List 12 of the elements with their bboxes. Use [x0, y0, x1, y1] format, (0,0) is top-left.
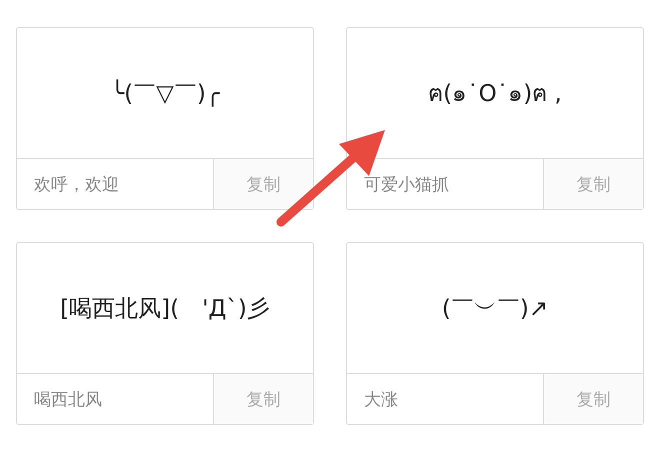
copy-button[interactable]: 复制: [213, 159, 313, 209]
copy-button[interactable]: 复制: [543, 159, 643, 209]
emoticon-text: ฅ(๑˙O˙๑)ฅ ,: [428, 80, 562, 109]
emoticon-text: ╰(￣▽￣)╭: [110, 78, 220, 108]
emoticon-text: [喝西北风]( 'Д`)彡: [60, 294, 270, 324]
emoticon-label: 可爱小猫抓: [363, 174, 450, 196]
copy-button[interactable]: 复制: [543, 374, 643, 424]
emoticon-label: 大涨: [363, 388, 399, 412]
emoticon-text: (￣︶￣)↗: [442, 294, 548, 324]
copy-button[interactable]: 复制: [213, 374, 313, 424]
emoticon-label: 喝西北风: [33, 388, 103, 412]
emoticon-label: 欢呼，欢迎: [33, 174, 120, 196]
